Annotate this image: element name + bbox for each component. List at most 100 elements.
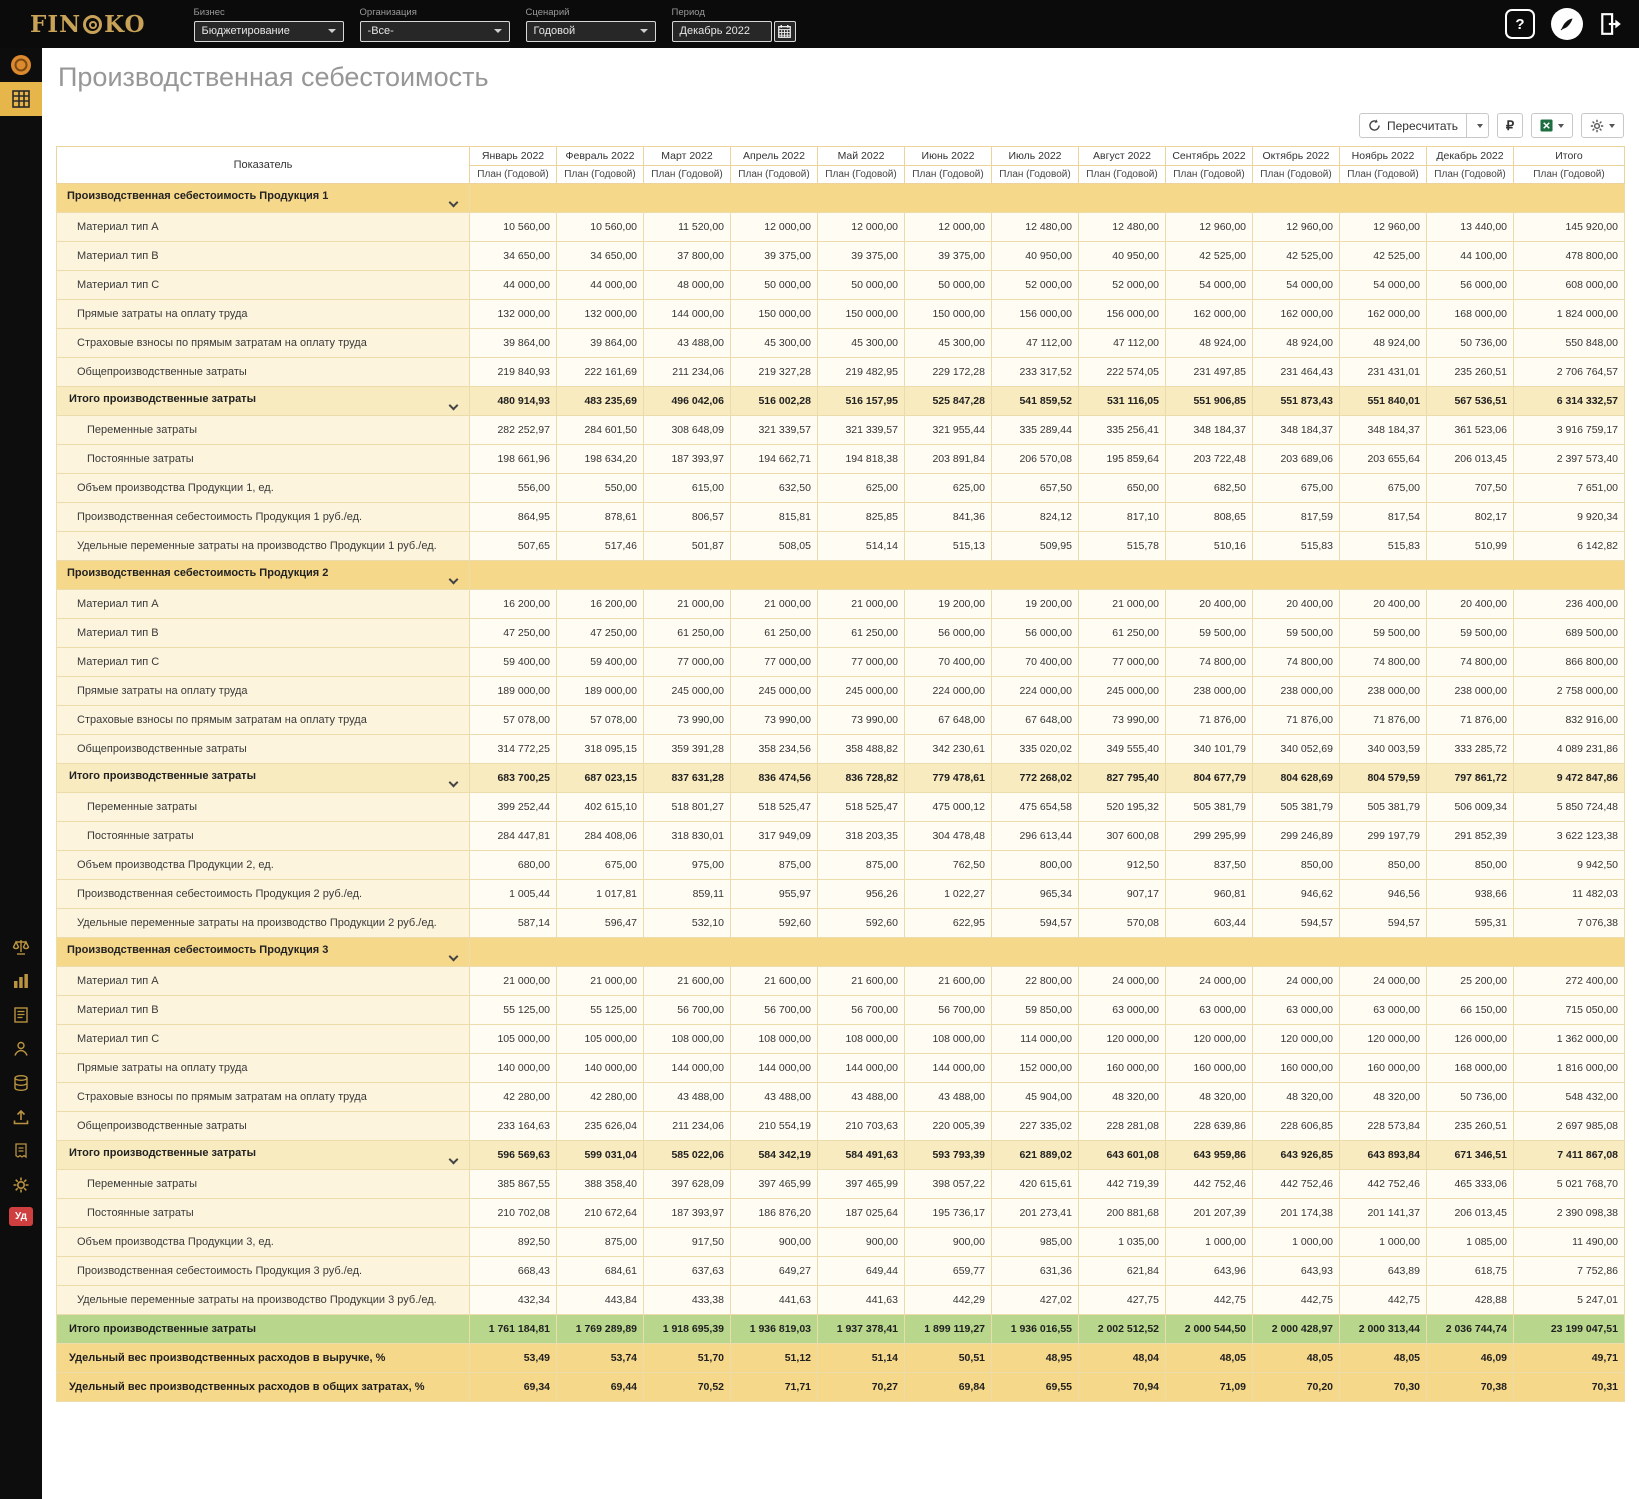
sidebar-item-services[interactable] <box>0 1168 42 1202</box>
section-header-row[interactable]: Производственная себестоимость Продукция… <box>57 938 1625 967</box>
chevron-down-icon[interactable] <box>449 1155 459 1165</box>
section-header-row[interactable]: Производственная себестоимость Продукция… <box>57 561 1625 590</box>
value-cell: 804 579,59 <box>1340 764 1427 793</box>
row-label: Итого производственные затраты <box>57 1315 470 1344</box>
sidebar-item-coins[interactable] <box>0 48 42 82</box>
value-cell: 52 000,00 <box>992 271 1079 300</box>
value-cell: 815,81 <box>731 503 818 532</box>
value-cell: 531 116,05 <box>1079 387 1166 416</box>
value-cell: 348 184,37 <box>1166 416 1253 445</box>
section-title[interactable]: Производственная себестоимость Продукция… <box>57 184 470 213</box>
table-row: Материал тип С44 000,0044 000,0048 000,0… <box>57 271 1625 300</box>
value-cell: 433,38 <box>644 1286 731 1315</box>
selected-value: -Все- <box>368 25 394 37</box>
value-cell: 318 203,35 <box>818 822 905 851</box>
app-logo[interactable]: FINOKO <box>30 11 146 38</box>
sidebar-item-scale[interactable] <box>0 930 42 964</box>
value-cell: 2 390 098,38 <box>1514 1199 1625 1228</box>
value-cell: 595,31 <box>1427 909 1514 938</box>
sidebar-item-tables[interactable] <box>0 82 42 116</box>
recalculate-dropdown-button[interactable] <box>1467 113 1489 138</box>
value-cell: 837 631,28 <box>644 764 731 793</box>
value-cell: 105 000,00 <box>470 1025 557 1054</box>
value-cell: 63 000,00 <box>1166 996 1253 1025</box>
excel-export-button[interactable] <box>1531 113 1573 138</box>
sidebar-item-upload[interactable] <box>0 1100 42 1134</box>
currency-button[interactable]: ₽ <box>1497 113 1523 138</box>
sidebar-item-reports[interactable] <box>0 998 42 1032</box>
logo-text: KO <box>104 11 145 38</box>
value-cell: 21 600,00 <box>644 967 731 996</box>
total-row: Удельный вес производственных расходов в… <box>57 1344 1625 1373</box>
section-header-row[interactable]: Производственная себестоимость Продукция… <box>57 184 1625 213</box>
settings-button[interactable] <box>1581 113 1624 138</box>
value-cell: 40 950,00 <box>992 242 1079 271</box>
row-label: Удельный вес производственных расходов в… <box>57 1373 470 1402</box>
calendar-button[interactable] <box>774 21 796 42</box>
row-label: Итого производственные затраты <box>57 387 470 416</box>
organization-select[interactable]: -Все- <box>360 21 510 42</box>
value-cell: 965,34 <box>992 880 1079 909</box>
table-row: Удельные переменные затраты на производс… <box>57 909 1625 938</box>
feather-button[interactable] <box>1551 8 1583 40</box>
value-cell: 643 926,85 <box>1253 1141 1340 1170</box>
value-cell: 442 752,46 <box>1253 1170 1340 1199</box>
table-row: Производственная себестоимость Продукция… <box>57 880 1625 909</box>
value-cell: 48 320,00 <box>1253 1083 1340 1112</box>
value-cell: 61 250,00 <box>731 619 818 648</box>
value-cell: 42 280,00 <box>557 1083 644 1112</box>
table-row: Страховые взносы по прямым затратам на о… <box>57 329 1625 358</box>
sidebar-item-database[interactable] <box>0 1066 42 1100</box>
column-header: Февраль 2022 <box>557 147 644 166</box>
chevron-down-icon <box>328 29 336 33</box>
value-cell: 10 560,00 <box>470 213 557 242</box>
value-cell: 220 005,39 <box>905 1112 992 1141</box>
column-subheader: План (Годовой) <box>557 166 644 184</box>
recalculate-button[interactable]: Пересчитать <box>1359 113 1467 138</box>
scenario-select[interactable]: Годовой <box>526 21 656 42</box>
column-header: Декабрь 2022 <box>1427 147 1514 166</box>
chevron-down-icon[interactable] <box>449 198 459 208</box>
row-label: Прямые затраты на оплату труда <box>57 300 470 329</box>
value-cell: 231 497,85 <box>1166 358 1253 387</box>
filter-business: Бизнес Бюджетирование <box>194 7 344 42</box>
top-bar: FINOKO Бизнес Бюджетирование Организация… <box>0 0 1639 48</box>
value-cell: 1 000,00 <box>1166 1228 1253 1257</box>
value-cell: 806,57 <box>644 503 731 532</box>
value-cell: 955,97 <box>731 880 818 909</box>
value-cell: 74 800,00 <box>1340 648 1427 677</box>
value-cell: 475 000,12 <box>905 793 992 822</box>
help-button[interactable]: ? <box>1505 9 1535 39</box>
sidebar-item-clients[interactable] <box>0 1032 42 1066</box>
value-cell: 71 876,00 <box>1166 706 1253 735</box>
chevron-down-icon[interactable] <box>449 575 459 585</box>
value-cell: 878,61 <box>557 503 644 532</box>
section-title[interactable]: Производственная себестоимость Продукция… <box>57 561 470 590</box>
value-cell: 1 918 695,39 <box>644 1315 731 1344</box>
sidebar-item-analytics[interactable] <box>0 964 42 998</box>
section-title[interactable]: Производственная себестоимость Продукция… <box>57 938 470 967</box>
business-select[interactable]: Бюджетирование <box>194 21 344 42</box>
chevron-down-icon <box>1477 124 1483 128</box>
chevron-down-icon[interactable] <box>449 401 459 411</box>
value-cell: 594,57 <box>992 909 1079 938</box>
chevron-down-icon[interactable] <box>449 952 459 962</box>
table-row: Объем производства Продукции 2, ед.680,0… <box>57 851 1625 880</box>
logout-button[interactable] <box>1599 12 1623 36</box>
alert-badge[interactable]: Уд <box>9 1207 33 1226</box>
value-cell: 584 491,63 <box>818 1141 905 1170</box>
sidebar-item-invoices[interactable] <box>0 1134 42 1168</box>
value-cell: 70,31 <box>1514 1373 1625 1402</box>
value-cell: 108 000,00 <box>644 1025 731 1054</box>
recalculate-group: Пересчитать <box>1359 113 1489 138</box>
period-input[interactable]: Декабрь 2022 <box>672 21 772 42</box>
value-cell: 551 873,43 <box>1253 387 1340 416</box>
value-cell: 70 400,00 <box>992 648 1079 677</box>
chevron-down-icon[interactable] <box>449 778 459 788</box>
value-cell: 44 000,00 <box>470 271 557 300</box>
filter-label: Организация <box>360 7 510 18</box>
value-cell: 427,75 <box>1079 1286 1166 1315</box>
value-cell: 52 000,00 <box>1079 271 1166 300</box>
row-label: Общепроизводственные затраты <box>57 1112 470 1141</box>
value-cell: 631,36 <box>992 1257 1079 1286</box>
